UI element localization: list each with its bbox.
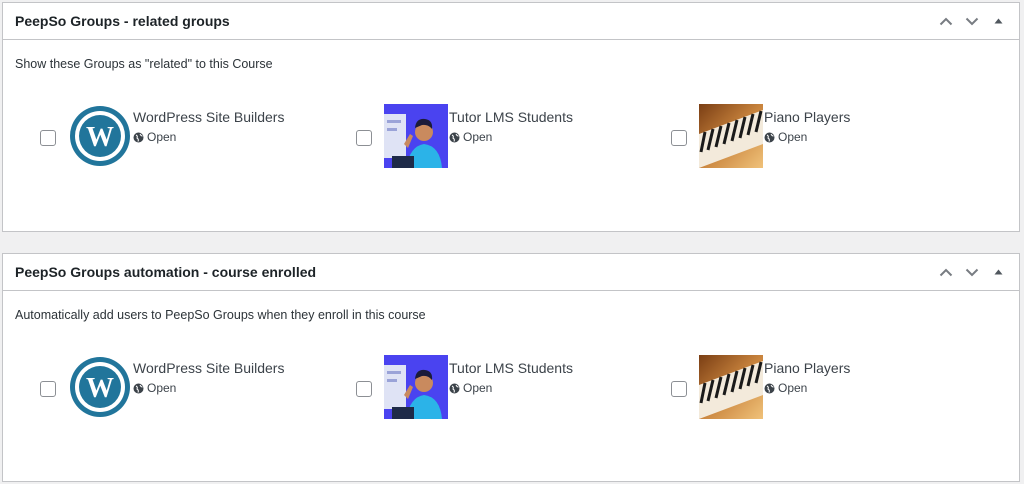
group-privacy-label: Open bbox=[463, 381, 493, 395]
group-checkbox[interactable] bbox=[356, 130, 372, 146]
globe-icon bbox=[449, 132, 460, 142]
piano-keys-thumbnail bbox=[699, 104, 763, 168]
group-checkbox[interactable] bbox=[356, 381, 372, 397]
group-checkbox[interactable] bbox=[40, 130, 56, 146]
related-groups-metabox: PeepSo Groups - related groups Show thes… bbox=[2, 2, 1020, 232]
group-checkbox[interactable] bbox=[671, 381, 687, 397]
group-list: W WordPress Site Builders Open Tutor LMS… bbox=[3, 322, 1019, 432]
group-name[interactable]: Piano Players bbox=[764, 360, 850, 376]
group-name[interactable]: Piano Players bbox=[764, 109, 850, 125]
group-privacy-label: Open bbox=[778, 381, 808, 395]
move-down-button[interactable] bbox=[959, 259, 985, 285]
group-item: Piano Players Open bbox=[671, 355, 850, 419]
tutor-lms-thumbnail bbox=[384, 355, 448, 419]
group-list: W WordPress Site Builders Open Tutor LMS… bbox=[3, 71, 1019, 181]
group-meta: Tutor LMS Students Open bbox=[449, 104, 573, 144]
group-privacy-label: Open bbox=[463, 130, 493, 144]
metabox-header: PeepSo Groups - related groups bbox=[3, 3, 1019, 40]
triangle-up-icon bbox=[994, 269, 1002, 275]
chevron-up-icon bbox=[939, 268, 953, 276]
group-privacy: Open bbox=[764, 381, 850, 395]
group-privacy: Open bbox=[133, 381, 284, 395]
group-item: Piano Players Open bbox=[671, 104, 850, 168]
globe-icon bbox=[133, 383, 144, 393]
group-privacy: Open bbox=[449, 130, 573, 144]
group-privacy: Open bbox=[449, 381, 573, 395]
group-item: W WordPress Site Builders Open bbox=[40, 104, 284, 168]
groups-automation-metabox: PeepSo Groups automation - course enroll… bbox=[2, 253, 1020, 482]
group-item: Tutor LMS Students Open bbox=[356, 104, 573, 168]
group-privacy: Open bbox=[764, 130, 850, 144]
group-name[interactable]: WordPress Site Builders bbox=[133, 109, 284, 125]
metabox-description: Show these Groups as "related" to this C… bbox=[15, 57, 273, 71]
group-item: W WordPress Site Builders Open bbox=[40, 355, 284, 419]
group-name[interactable]: Tutor LMS Students bbox=[449, 360, 573, 376]
handle-actions bbox=[933, 259, 1011, 285]
toggle-panel-button[interactable] bbox=[985, 259, 1011, 285]
group-name[interactable]: WordPress Site Builders bbox=[133, 360, 284, 376]
tutor-lms-thumbnail bbox=[384, 104, 448, 168]
chevron-up-icon bbox=[939, 17, 953, 25]
group-meta: Piano Players Open bbox=[764, 104, 850, 144]
wordpress-logo-thumbnail: W bbox=[70, 106, 130, 166]
globe-icon bbox=[449, 383, 460, 393]
group-privacy-label: Open bbox=[147, 381, 177, 395]
group-name[interactable]: Tutor LMS Students bbox=[449, 109, 573, 125]
triangle-up-icon bbox=[994, 18, 1002, 24]
group-privacy: Open bbox=[133, 130, 284, 144]
group-privacy-label: Open bbox=[147, 130, 177, 144]
move-down-button[interactable] bbox=[959, 8, 985, 34]
metabox-title: PeepSo Groups automation - course enroll… bbox=[15, 264, 317, 280]
move-up-button[interactable] bbox=[933, 8, 959, 34]
toggle-panel-button[interactable] bbox=[985, 8, 1011, 34]
group-checkbox[interactable] bbox=[671, 130, 687, 146]
svg-text:W: W bbox=[86, 122, 114, 153]
group-meta: WordPress Site Builders Open bbox=[133, 355, 284, 395]
chevron-down-icon bbox=[965, 268, 979, 276]
move-up-button[interactable] bbox=[933, 259, 959, 285]
metabox-description: Automatically add users to PeepSo Groups… bbox=[15, 308, 426, 322]
group-checkbox[interactable] bbox=[40, 381, 56, 397]
piano-keys-thumbnail bbox=[699, 355, 763, 419]
globe-icon bbox=[764, 383, 775, 393]
chevron-down-icon bbox=[965, 17, 979, 25]
globe-icon bbox=[133, 132, 144, 142]
svg-text:W: W bbox=[86, 373, 114, 404]
handle-actions bbox=[933, 8, 1011, 34]
group-item: Tutor LMS Students Open bbox=[356, 355, 573, 419]
metabox-header: PeepSo Groups automation - course enroll… bbox=[3, 254, 1019, 291]
wordpress-logo-thumbnail: W bbox=[70, 357, 130, 417]
group-privacy-label: Open bbox=[778, 130, 808, 144]
group-meta: Piano Players Open bbox=[764, 355, 850, 395]
metabox-title: PeepSo Groups - related groups bbox=[15, 13, 230, 29]
globe-icon bbox=[764, 132, 775, 142]
group-meta: Tutor LMS Students Open bbox=[449, 355, 573, 395]
group-meta: WordPress Site Builders Open bbox=[133, 104, 284, 144]
